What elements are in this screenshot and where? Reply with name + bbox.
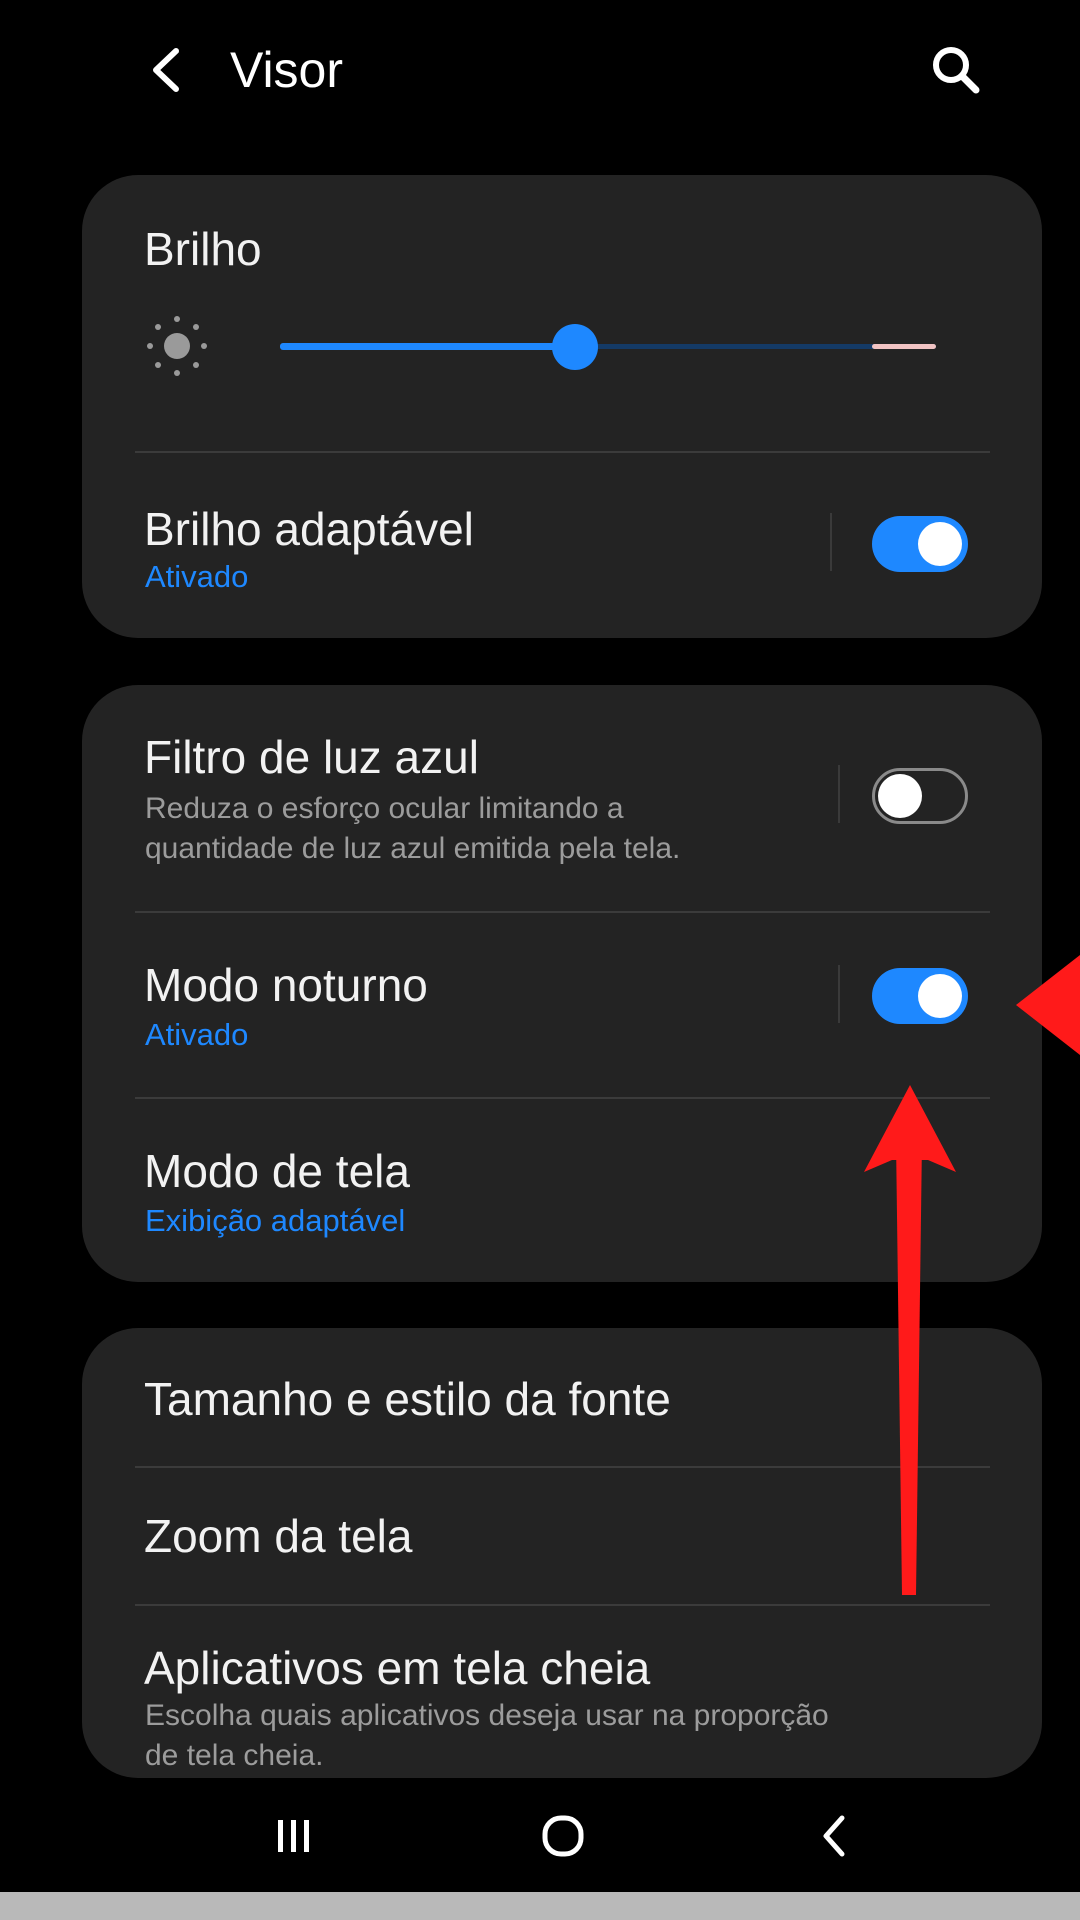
- display-options-card: Filtro de luz azul Reduza o esforço ocul…: [82, 685, 1042, 1282]
- brightness-card: Brilho Brilho adaptável Ativado: [82, 175, 1042, 638]
- screen-mode-row[interactable]: Modo de tela Exibição adaptável: [82, 1099, 1042, 1282]
- back-icon: [823, 1815, 845, 1857]
- blue-light-filter-description: Reduza o esforço ocular limitando a: [145, 792, 624, 825]
- home-icon: [542, 1815, 584, 1857]
- toggle-knob: [918, 522, 962, 566]
- toggle-knob: [878, 774, 922, 818]
- slider-thumb[interactable]: [552, 324, 598, 370]
- adaptive-brightness-row[interactable]: Brilho adaptável Ativado: [82, 453, 1042, 638]
- screen-mode-label: Modo de tela: [144, 1145, 410, 1197]
- recents-icon: [278, 1820, 309, 1852]
- separator: [838, 965, 840, 1023]
- slider-fill: [280, 343, 575, 350]
- night-mode-toggle[interactable]: [872, 968, 968, 1024]
- separator: [838, 765, 840, 823]
- adaptive-brightness-toggle[interactable]: [872, 516, 968, 572]
- font-size-style-row[interactable]: Tamanho e estilo da fonte: [82, 1328, 1042, 1466]
- screen-zoom-label: Zoom da tela: [144, 1510, 413, 1562]
- fullscreen-apps-description: Escolha quais aplicativos deseja usar na…: [145, 1699, 829, 1732]
- nav-back-button[interactable]: [784, 1792, 884, 1880]
- toggle-knob: [918, 974, 962, 1018]
- search-icon: [933, 47, 980, 94]
- chevron-left-icon: [153, 48, 179, 92]
- blue-light-filter-row[interactable]: Filtro de luz azul Reduza o esforço ocul…: [82, 685, 1042, 911]
- night-mode-row[interactable]: Modo noturno Ativado: [82, 913, 1042, 1097]
- slider-track-end: [872, 344, 936, 349]
- fullscreen-apps-label: Aplicativos em tela cheia: [144, 1642, 651, 1694]
- screen-zoom-row[interactable]: Zoom da tela: [82, 1468, 1042, 1604]
- navigation-bar: [0, 1780, 1080, 1892]
- brightness-label: Brilho: [144, 223, 262, 275]
- bottom-edge: [0, 1892, 1080, 1920]
- recents-button[interactable]: [244, 1792, 344, 1880]
- night-mode-label: Modo noturno: [144, 959, 428, 1011]
- adaptive-brightness-status: Ativado: [145, 559, 249, 594]
- fullscreen-apps-row[interactable]: Aplicativos em tela cheia Escolha quais …: [82, 1606, 1042, 1778]
- blue-light-filter-label: Filtro de luz azul: [144, 731, 479, 783]
- home-button[interactable]: [513, 1792, 613, 1880]
- night-mode-status: Ativado: [145, 1017, 249, 1052]
- sun-icon: [147, 316, 207, 376]
- blue-light-filter-toggle[interactable]: [872, 768, 968, 824]
- back-button[interactable]: [138, 38, 194, 102]
- brightness-slider[interactable]: [280, 323, 936, 370]
- font-size-style-label: Tamanho e estilo da fonte: [144, 1373, 671, 1425]
- font-and-zoom-card: Tamanho e estilo da fonte Zoom da tela A…: [82, 1328, 1042, 1778]
- adaptive-brightness-label: Brilho adaptável: [144, 503, 474, 555]
- fullscreen-apps-description-2: de tela cheia.: [145, 1739, 324, 1772]
- blue-light-filter-description-2: quantidade de luz azul emitida pela tela…: [145, 832, 681, 865]
- search-button[interactable]: [922, 36, 990, 104]
- page-title: Visor: [230, 42, 344, 98]
- display-settings-screen: Visor Brilho Brilho adaptável Ativado Fi…: [0, 0, 1080, 1920]
- screen-mode-status: Exibição adaptável: [145, 1203, 406, 1238]
- app-header: Visor: [0, 0, 1080, 140]
- separator: [830, 513, 832, 571]
